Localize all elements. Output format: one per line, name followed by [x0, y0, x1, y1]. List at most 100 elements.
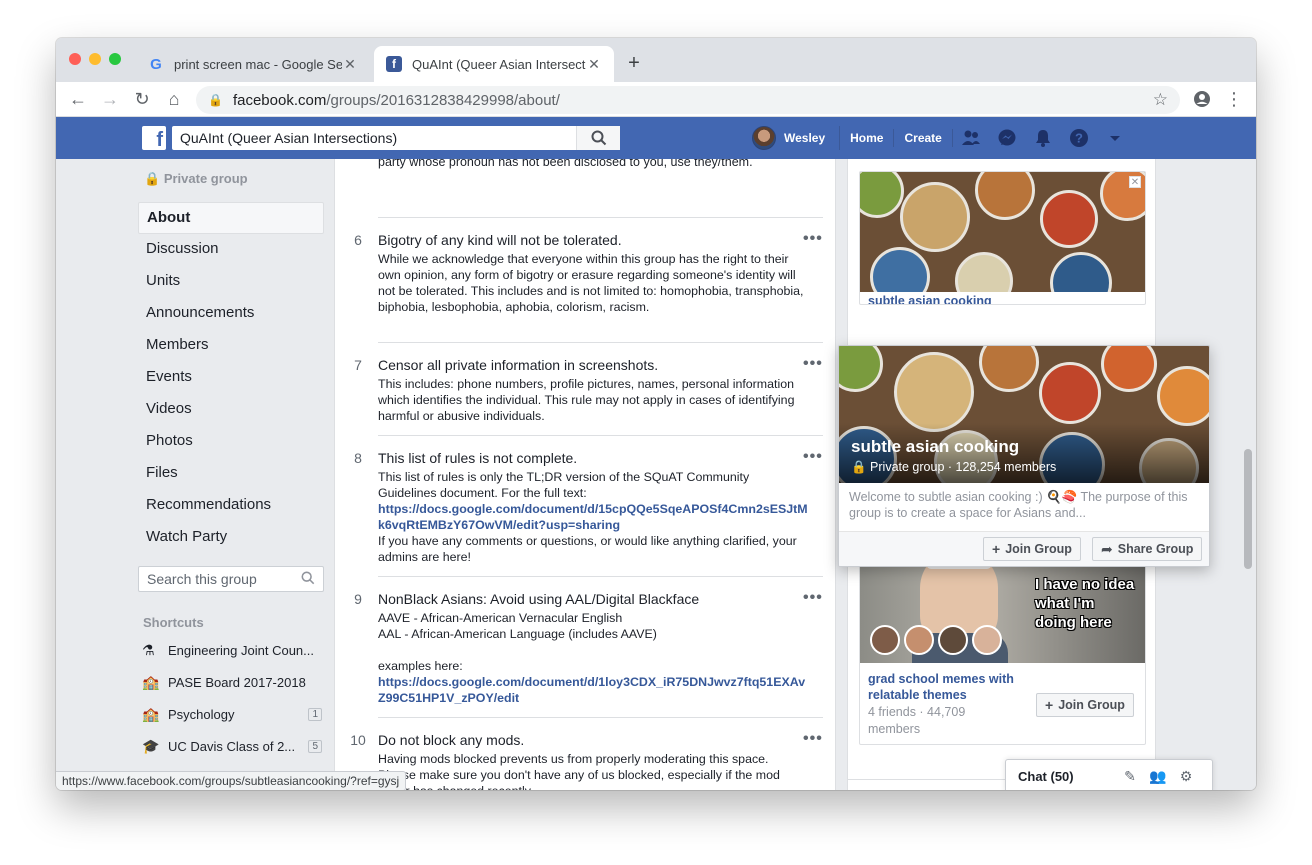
sidebar-item-members[interactable]: Members	[138, 330, 324, 362]
search-icon	[301, 571, 315, 588]
group-name-link[interactable]: subtle asian cooking	[868, 294, 992, 304]
maximize-window-button[interactable]	[109, 53, 121, 65]
back-arrow-icon[interactable]: ←	[66, 87, 90, 111]
account-dropdown-caret-icon[interactable]	[1097, 117, 1133, 159]
shortcut-item[interactable]: 🎓 UC Davis Class of 2... 5	[142, 734, 322, 758]
shortcut-item[interactable]: 🏫 PASE Board 2017-2018	[142, 670, 322, 694]
search-group-input[interactable]: Search this group	[138, 566, 324, 592]
rule-body-text: AAL - African-American Language (include…	[378, 627, 657, 641]
page-content: 🔒 Private group About Discussion Units A…	[56, 159, 1256, 790]
facebook-icon: f	[386, 56, 402, 72]
sidebar-item-videos[interactable]: Videos	[138, 394, 324, 426]
graduation-cap-icon: 🎓	[142, 737, 160, 754]
create-link[interactable]: Create	[894, 129, 953, 147]
sidebar-item-announcements[interactable]: Announcements	[138, 298, 324, 330]
group-hover-card: subtle asian cooking 🔒 Private group · 1…	[838, 345, 1210, 567]
rule-number: 9	[354, 591, 362, 607]
bookmark-star-icon[interactable]: ☆	[1153, 90, 1168, 110]
url-path: /groups/2016312838429998/about/	[326, 91, 560, 109]
home-icon[interactable]: ⌂	[162, 87, 186, 111]
shortcut-count-badge: 1	[308, 707, 322, 721]
profile-icon[interactable]	[1190, 87, 1214, 111]
hover-card-actions: + Join Group ➦ Share Group	[839, 531, 1209, 566]
rule-body-text: This list of rules is only the TL;DR ver…	[378, 470, 750, 500]
plus-icon: +	[1045, 697, 1054, 713]
guidelines-link[interactable]: https://docs.google.com/document/d/15cpQ…	[378, 502, 808, 532]
profile-link[interactable]: Wesley	[752, 126, 841, 150]
rule-title: This list of rules is not complete.	[378, 450, 578, 466]
more-options-icon[interactable]: •••	[803, 230, 823, 248]
sidebar-item-units[interactable]: Units	[138, 266, 324, 298]
forward-arrow-icon[interactable]: →	[98, 87, 122, 111]
search-group-placeholder: Search this group	[147, 571, 257, 587]
sidebar-item-photos[interactable]: Photos	[138, 426, 324, 458]
sidebar-item-files[interactable]: Files	[138, 458, 324, 490]
close-tab-icon[interactable]: ✕	[586, 56, 602, 73]
url-bar[interactable]: 🔒 facebook.com/groups/2016312838429998/a…	[196, 86, 1180, 114]
new-message-icon[interactable]: ✎	[1116, 768, 1144, 785]
rule-number: 6	[354, 232, 362, 248]
sidebar-item-recommendations[interactable]: Recommendations	[138, 490, 324, 522]
tab-google-search[interactable]: G print screen mac - Google Sear ✕	[136, 46, 370, 82]
facebook-logo-icon[interactable]: f	[142, 126, 166, 151]
private-group-label: 🔒 Private group	[144, 171, 248, 186]
close-window-button[interactable]	[69, 53, 81, 65]
shortcut-item[interactable]: 🏫 Psychology 1	[142, 702, 322, 726]
share-group-label: Share Group	[1117, 542, 1194, 556]
shortcuts-heading: Shortcuts	[143, 615, 204, 630]
rule-number: 10	[350, 732, 366, 748]
more-options-icon[interactable]: •••	[803, 589, 823, 607]
suggested-group-card[interactable]: ✕ subtle asian cooking	[859, 171, 1146, 305]
sidebar-item-discussion[interactable]: Discussion	[138, 234, 324, 266]
suggested-group-card[interactable]: I have no idea what I'm doing here ✕ gra…	[859, 540, 1146, 745]
share-group-button[interactable]: ➦ Share Group	[1092, 537, 1203, 561]
shortcut-item[interactable]: ⚗ Engineering Joint Coun...	[142, 638, 322, 662]
sidebar-item-watch-party[interactable]: Watch Party	[138, 522, 324, 554]
more-options-icon[interactable]: •••	[803, 355, 823, 373]
join-group-button[interactable]: + Join Group	[1036, 693, 1134, 717]
url-host: facebook.com	[232, 91, 327, 109]
group-description: Welcome to subtle asian cooking :) 🍳🍣 Th…	[849, 490, 1188, 520]
rule-number: 7	[354, 357, 362, 373]
divider	[378, 342, 823, 343]
group-name-link[interactable]: grad school memes with relatable themes	[868, 671, 1028, 703]
friend-requests-icon[interactable]	[953, 117, 989, 159]
scrollbar-thumb[interactable]	[1244, 449, 1252, 569]
menu-kebab-icon[interactable]: ⋮	[1222, 87, 1246, 111]
examples-link[interactable]: https://docs.google.com/document/d/1loy3…	[378, 675, 805, 705]
close-icon[interactable]: ✕	[1129, 176, 1141, 188]
rule-body: AAVE - African-American Vernacular Engli…	[378, 610, 808, 706]
reload-icon[interactable]: ↻	[130, 87, 154, 111]
share-arrow-icon: ➦	[1101, 540, 1113, 557]
minimize-window-button[interactable]	[89, 53, 101, 65]
create-group-chat-icon[interactable]: 👥	[1144, 768, 1172, 785]
group-sidebar: 🔒 Private group About Discussion Units A…	[56, 159, 335, 790]
new-tab-button[interactable]: +	[622, 51, 646, 75]
sidebar-item-events[interactable]: Events	[138, 362, 324, 394]
avatar	[752, 126, 776, 150]
chat-sidebar-bar[interactable]: Chat (50) ✎ 👥 ⚙	[1005, 759, 1213, 790]
search-icon[interactable]	[576, 126, 620, 150]
messenger-icon[interactable]	[989, 117, 1025, 159]
meme-caption: I have no idea what I'm doing here	[1035, 576, 1135, 631]
group-meta: 🔒 Private group · 128,254 members	[851, 460, 1057, 474]
lock-icon: 🔒	[208, 93, 223, 107]
tab-facebook-group[interactable]: f QuAInt (Queer Asian Intersecti ✕	[374, 46, 614, 82]
gear-icon[interactable]: ⚙	[1172, 768, 1200, 785]
facebook-header: f Wesley Home Create ?	[56, 117, 1256, 159]
rule-body-text: AAVE - African-American Vernacular Engli…	[378, 611, 623, 625]
close-tab-icon[interactable]: ✕	[342, 56, 358, 73]
home-link[interactable]: Home	[840, 129, 895, 147]
sidebar-item-about[interactable]: About	[138, 202, 324, 234]
notifications-bell-icon[interactable]	[1025, 117, 1061, 159]
rule-body: Having mods blocked prevents us from pro…	[378, 752, 780, 790]
address-bar-row: ← → ↻ ⌂ 🔒 facebook.com/groups/2016312838…	[56, 82, 1256, 117]
facebook-search-input[interactable]	[172, 126, 576, 150]
more-options-icon[interactable]: •••	[803, 730, 823, 748]
group-name[interactable]: subtle asian cooking	[851, 437, 1019, 457]
join-group-button[interactable]: + Join Group	[983, 537, 1081, 561]
more-options-icon[interactable]: •••	[803, 448, 823, 466]
help-question-icon[interactable]: ?	[1061, 117, 1097, 159]
rule-body-text: If you have any comments or questions, o…	[378, 534, 797, 564]
divider	[378, 717, 823, 718]
